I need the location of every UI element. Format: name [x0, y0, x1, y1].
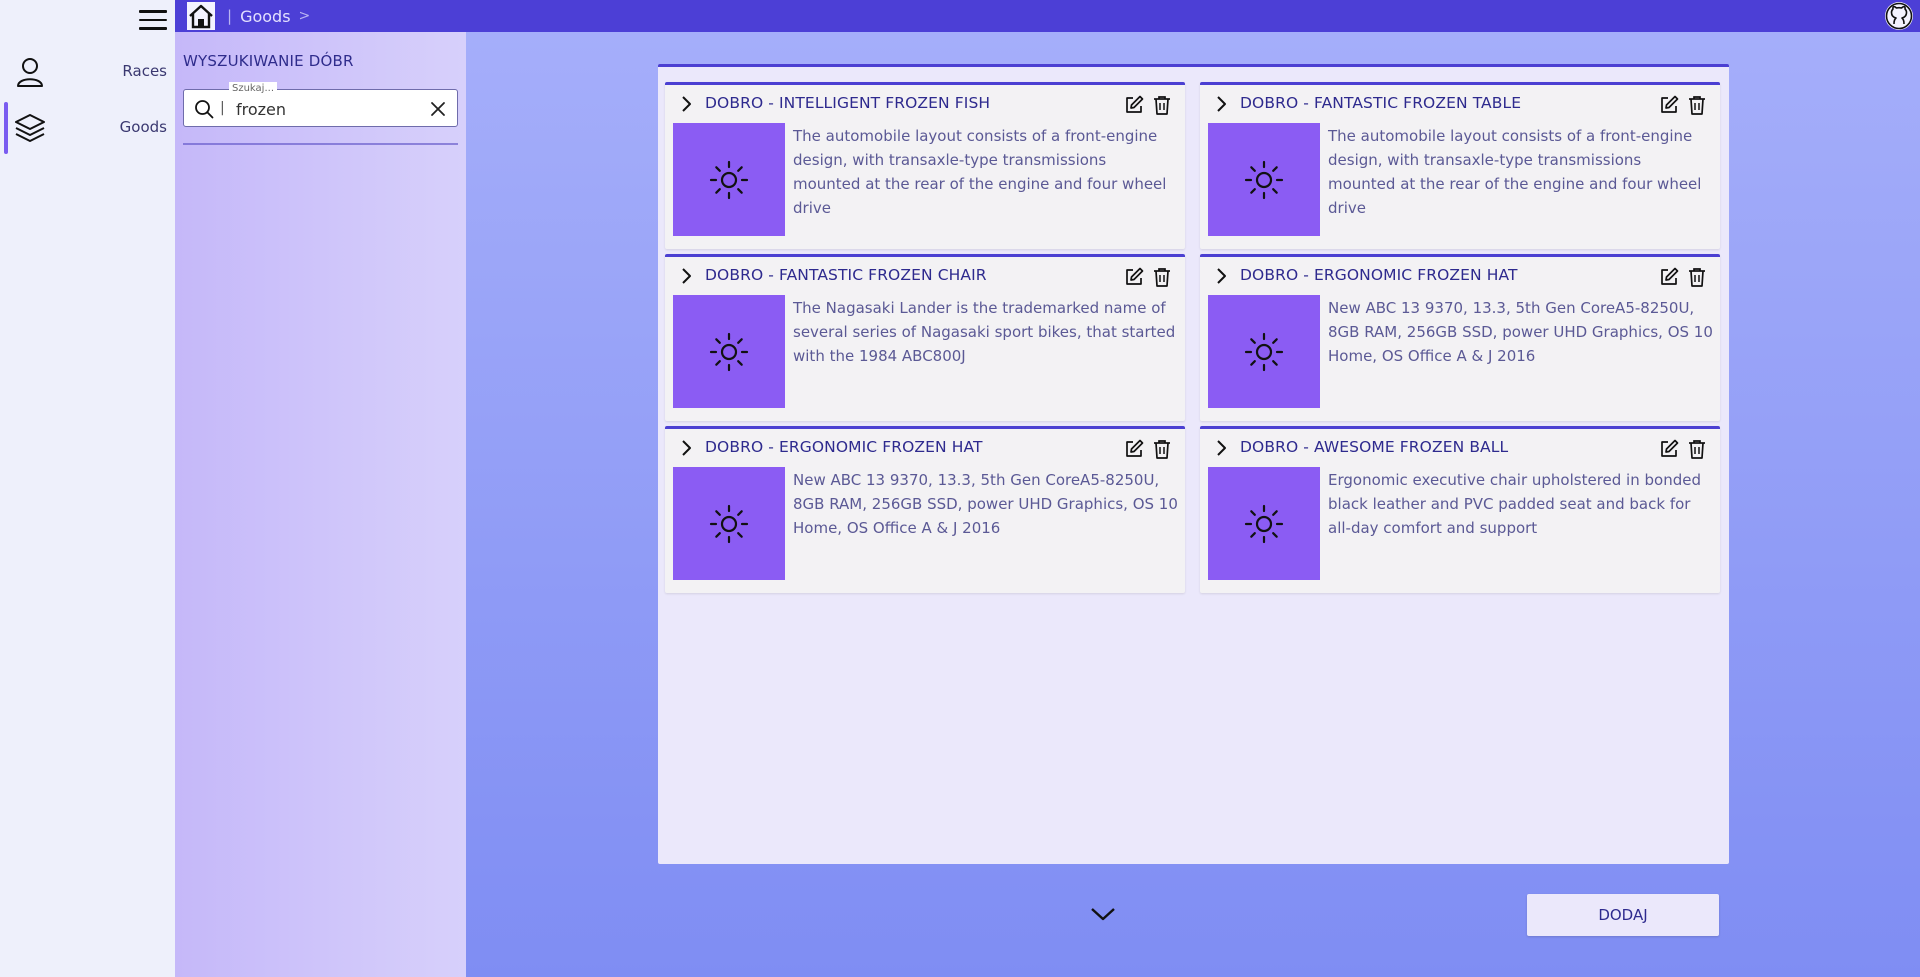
edit-icon[interactable]: [1123, 438, 1145, 460]
divider: [183, 143, 458, 145]
card-title[interactable]: DOBRO - AWESOME FROZEN BALL: [1240, 438, 1508, 456]
goods-card: DOBRO - FANTASTIC FROZEN CHAIR The Nagasa…: [665, 254, 1185, 421]
cursor-divider: |: [220, 100, 225, 116]
trash-icon[interactable]: [1686, 266, 1708, 288]
nav-item-goods[interactable]: Goods: [0, 102, 175, 154]
goods-card: DOBRO - AWESOME FROZEN BALL Ergonomic exe…: [1200, 426, 1720, 593]
chevron-right-icon[interactable]: [1212, 95, 1230, 113]
left-nav: Races Goods: [0, 0, 175, 977]
search-panel: WYSZUKIWANIE DÓBR Szukaj... |: [175, 32, 466, 977]
card-thumbnail: [673, 467, 785, 580]
card-description: The automobile layout consists of a fron…: [1328, 127, 1702, 217]
chevron-right-icon[interactable]: [1212, 267, 1230, 285]
image-placeholder-icon: [709, 332, 749, 371]
card-title[interactable]: DOBRO - FANTASTIC FROZEN CHAIR: [705, 266, 987, 284]
add-button[interactable]: DODAJ: [1527, 894, 1719, 936]
image-placeholder-icon: [709, 504, 749, 543]
card-title[interactable]: DOBRO - INTELLIGENT FROZEN FISH: [705, 94, 990, 112]
chevron-right-icon[interactable]: [677, 439, 695, 457]
search-icon: [195, 100, 214, 119]
search-legend: Szukaj...: [229, 82, 277, 95]
card-title[interactable]: DOBRO - ERGONOMIC FROZEN HAT: [705, 438, 983, 456]
card-title[interactable]: DOBRO - FANTASTIC FROZEN TABLE: [1240, 94, 1521, 112]
edit-icon[interactable]: [1123, 266, 1145, 288]
card-thumbnail: [673, 123, 785, 236]
chevron-down-icon[interactable]: [1090, 905, 1116, 923]
card-description: The automobile layout consists of a fron…: [793, 127, 1167, 217]
chevron-right-icon[interactable]: [677, 267, 695, 285]
trash-icon[interactable]: [1686, 94, 1708, 116]
image-placeholder-icon: [1244, 160, 1284, 199]
card-thumbnail: [1208, 295, 1320, 408]
card-description: New ABC 13 9370, 13.3, 5th Gen CoreA5-82…: [1328, 299, 1713, 365]
home-icon: [187, 2, 215, 30]
github-icon[interactable]: [1884, 1, 1914, 31]
trash-icon[interactable]: [1151, 266, 1173, 288]
card-title[interactable]: DOBRO - ERGONOMIC FROZEN HAT: [1240, 266, 1518, 284]
top-bar: | Goods >: [175, 0, 1920, 32]
card-description: The Nagasaki Lander is the trademarked n…: [793, 299, 1176, 365]
card-thumbnail: [1208, 123, 1320, 236]
edit-icon[interactable]: [1658, 438, 1680, 460]
active-indicator: [4, 102, 8, 154]
breadcrumb-divider: |: [227, 7, 233, 25]
user-icon: [17, 58, 43, 87]
trash-icon[interactable]: [1686, 438, 1708, 460]
edit-icon[interactable]: [1658, 266, 1680, 288]
nav-item-races[interactable]: Races: [0, 46, 175, 98]
goods-card: DOBRO - ERGONOMIC FROZEN HAT New ABC 13 9…: [1200, 254, 1720, 421]
trash-icon[interactable]: [1151, 94, 1173, 116]
breadcrumb-current[interactable]: Goods: [240, 7, 290, 26]
results-container: DOBRO - INTELLIGENT FROZEN FISH The autom…: [658, 64, 1729, 864]
image-placeholder-icon: [1244, 332, 1284, 371]
goods-card: DOBRO - ERGONOMIC FROZEN HAT New ABC 13 9…: [665, 426, 1185, 593]
chevron-right-icon[interactable]: [677, 95, 695, 113]
nav-item-label: Goods: [119, 118, 167, 136]
card-description: New ABC 13 9370, 13.3, 5th Gen CoreA5-82…: [793, 471, 1178, 537]
edit-icon[interactable]: [1123, 94, 1145, 116]
card-description: Ergonomic executive chair upholstered in…: [1328, 471, 1701, 537]
layers-icon: [15, 114, 45, 142]
home-button[interactable]: [185, 0, 217, 32]
image-placeholder-icon: [1244, 504, 1284, 543]
search-panel-title: WYSZUKIWANIE DÓBR: [183, 52, 354, 70]
menu-icon[interactable]: [139, 10, 167, 32]
chevron-right-icon[interactable]: [1212, 439, 1230, 457]
card-thumbnail: [673, 295, 785, 408]
search-box: Szukaj... |: [183, 82, 458, 127]
card-thumbnail: [1208, 467, 1320, 580]
image-placeholder-icon: [709, 160, 749, 199]
goods-card: DOBRO - INTELLIGENT FROZEN FISH The autom…: [665, 82, 1185, 249]
close-icon[interactable]: [429, 100, 447, 118]
breadcrumb-separator: >: [298, 8, 311, 24]
search-input[interactable]: [236, 96, 426, 122]
goods-card: DOBRO - FANTASTIC FROZEN TABLE The automo…: [1200, 82, 1720, 249]
edit-icon[interactable]: [1658, 94, 1680, 116]
trash-icon[interactable]: [1151, 438, 1173, 460]
nav-item-label: Races: [122, 62, 167, 80]
main-area: DOBRO - INTELLIGENT FROZEN FISH The autom…: [466, 32, 1920, 977]
